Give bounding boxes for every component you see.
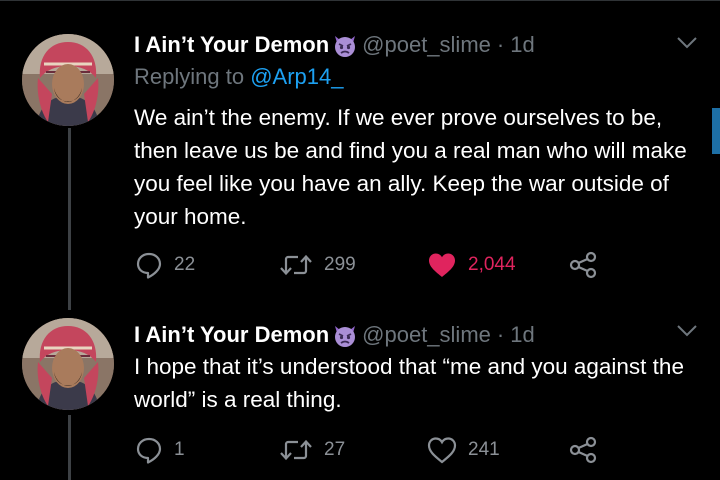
- like-count: 2,044: [468, 254, 516, 275]
- tweet-text: We ain’t the enemy. If we ever prove our…: [134, 105, 687, 229]
- retweet-icon: [280, 439, 312, 461]
- reply-icon: [136, 252, 162, 279]
- reply-icon: [136, 437, 162, 464]
- replying-to-label: Replying to: [134, 64, 251, 89]
- tweet-header: I Ain’t Your Demon @poet_slime · 1d: [134, 320, 535, 350]
- chevron-down-icon[interactable]: [676, 324, 698, 338]
- top-divider: [0, 0, 720, 1]
- reply-mention-link[interactable]: @Arp14_: [250, 64, 343, 89]
- retweet-count: 299: [324, 254, 356, 275]
- share-icon: [569, 251, 597, 279]
- timestamp[interactable]: 1d: [510, 322, 534, 348]
- angry-devil-emoji-icon: [332, 322, 358, 348]
- retweet-icon: [280, 254, 312, 276]
- timestamp[interactable]: 1d: [510, 32, 534, 58]
- heart-outline-icon: [427, 437, 457, 464]
- thread-connector-line: [68, 128, 71, 310]
- reply-count: 22: [174, 254, 196, 275]
- replying-to: Replying to @Arp14_: [134, 64, 343, 90]
- share-button[interactable]: [568, 248, 598, 282]
- angry-devil-emoji-icon: [332, 32, 358, 58]
- author-name[interactable]: I Ain’t Your Demon: [134, 322, 329, 348]
- heart-filled-icon: [429, 253, 455, 277]
- separator-dot: ·: [496, 322, 505, 347]
- author-name[interactable]: I Ain’t Your Demon: [134, 32, 329, 58]
- retweet-button[interactable]: 27: [278, 433, 345, 467]
- avatar[interactable]: [22, 318, 114, 410]
- share-button[interactable]: [568, 433, 598, 467]
- avatar[interactable]: [22, 34, 114, 126]
- thread-connector-line: [68, 415, 71, 480]
- author-handle[interactable]: @poet_slime: [362, 322, 491, 348]
- like-button[interactable]: 241: [426, 433, 500, 467]
- reply-count: 1: [174, 439, 185, 460]
- reply-button[interactable]: 22: [134, 248, 195, 282]
- chevron-down-icon[interactable]: [676, 36, 698, 50]
- retweet-count: 27: [324, 439, 346, 460]
- share-icon: [569, 436, 597, 464]
- tweet-actions: 1 27 241: [134, 433, 614, 467]
- retweet-button[interactable]: 299: [278, 248, 356, 282]
- scroll-indicator[interactable]: [712, 108, 720, 154]
- separator-dot: ·: [496, 32, 505, 57]
- like-count: 241: [468, 439, 500, 460]
- tweet-text: I hope that it’s understood that “me and…: [134, 354, 684, 412]
- tweet-actions: 22 299 2,044: [134, 248, 614, 282]
- like-button[interactable]: 2,044: [426, 248, 516, 282]
- tweet-header: I Ain’t Your Demon @poet_slime · 1d: [134, 30, 535, 60]
- reply-button[interactable]: 1: [134, 433, 185, 467]
- author-handle[interactable]: @poet_slime: [362, 32, 491, 58]
